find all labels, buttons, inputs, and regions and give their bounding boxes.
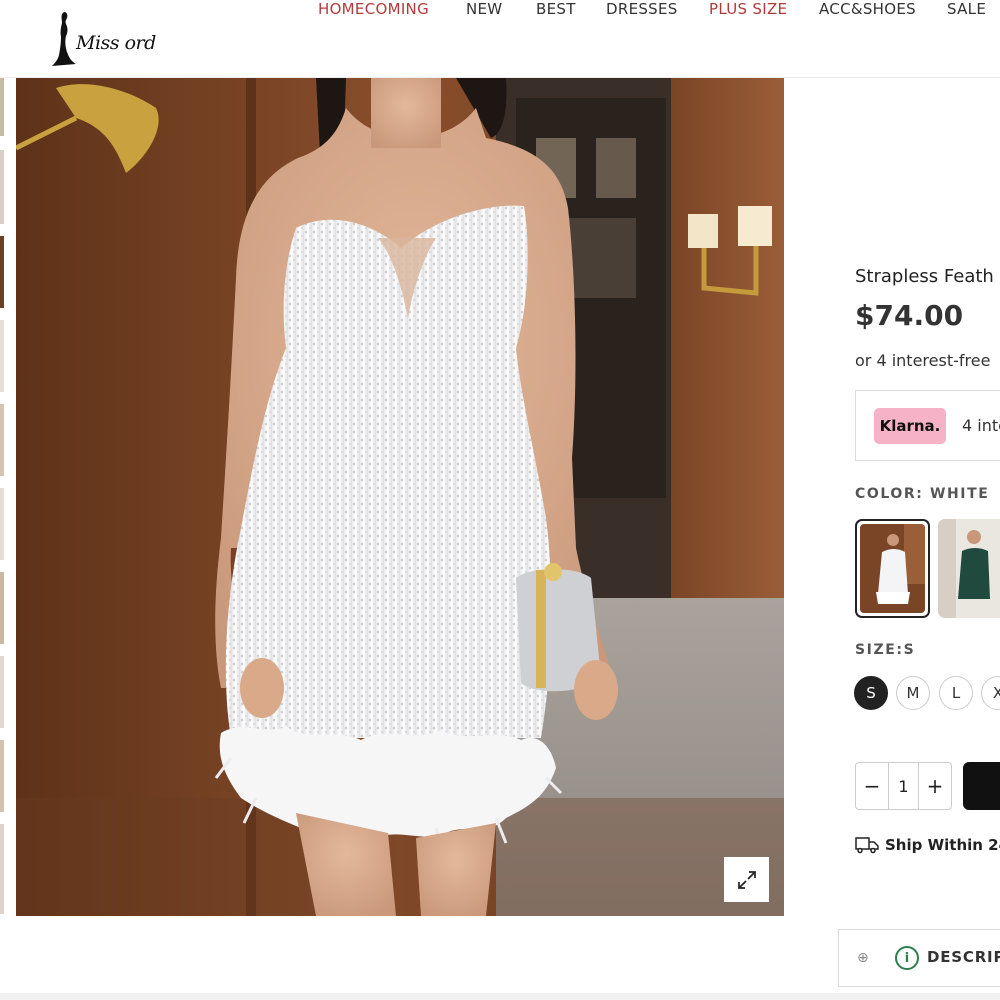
shipping-info: Ship Within 24 [855,836,1000,854]
size-option-l[interactable]: L [939,676,973,710]
thumbnail[interactable] [0,150,4,224]
product-price: $74.00 [855,299,964,332]
nav-acc-shoes[interactable]: ACC&SHOES [819,0,916,18]
nav-best[interactable]: BEST [536,0,576,18]
installments-text: or 4 interest-free [855,351,991,370]
quantity-stepper: − 1 + [855,762,952,810]
size-option-m[interactable]: M [896,676,930,710]
swatch-image-white [860,524,925,613]
main-product-image[interactable] [16,78,784,916]
shipping-text: Ship Within 24 [885,836,1000,854]
description-accordion[interactable]: ⊕ i DESCRIPT [838,929,1000,987]
color-label: COLOR: WHITE [855,486,990,502]
thumbnail[interactable] [0,236,4,308]
thumbnail[interactable] [0,656,4,728]
product-photo [16,78,784,916]
logo-text: Miss ord [76,32,156,54]
nav-sale[interactable]: SALE [947,0,986,18]
thumbnail[interactable] [0,572,4,644]
page-bottom-edge [0,993,1000,1000]
zoom-button[interactable] [724,857,769,902]
nav-homecoming[interactable]: HOMECOMING [318,0,429,18]
thumbnail-strip [0,78,4,918]
add-to-cart-button[interactable] [963,762,1000,810]
klarna-text: 4 inte [962,416,1000,435]
thumbnail[interactable] [0,78,4,136]
truck-icon [855,837,879,854]
expand-plus-icon: ⊕ [857,950,869,966]
quantity-decrease-button[interactable]: − [856,763,888,809]
nav-dresses[interactable]: DRESSES [606,0,678,18]
swatch-image-green [938,519,1000,618]
swatch-photo-green [938,519,1000,618]
thumbnail[interactable] [0,488,4,560]
info-icon: i [895,946,919,970]
nav-plus-size[interactable]: PLUS SIZE [709,0,787,18]
quantity-increase-button[interactable]: + [919,763,951,809]
thumbnail[interactable] [0,320,4,392]
klarna-box[interactable]: Klarna. 4 inte [855,390,1000,461]
size-option-s[interactable]: S [854,676,888,710]
thumbnail[interactable] [0,740,4,812]
color-swatch-white[interactable] [855,519,930,618]
expand-icon [737,870,756,889]
description-label: DESCRIPT [927,948,1000,966]
product-title: Strapless Feath [855,266,994,287]
nav-new[interactable]: NEW [466,0,502,18]
size-option-x[interactable]: X [981,676,1000,710]
thumbnail[interactable] [0,824,4,914]
klarna-badge: Klarna. [874,408,946,444]
brand-logo[interactable]: Miss ord [46,10,171,68]
swatch-photo-white [860,524,925,613]
thumbnail[interactable] [0,404,4,476]
color-swatch-green[interactable] [938,519,1000,618]
quantity-value[interactable]: 1 [888,763,919,809]
size-label: SIZE:S [855,642,916,658]
site-header: Miss ord HOMECOMING NEW BEST DRESSES PLU… [0,0,1000,78]
